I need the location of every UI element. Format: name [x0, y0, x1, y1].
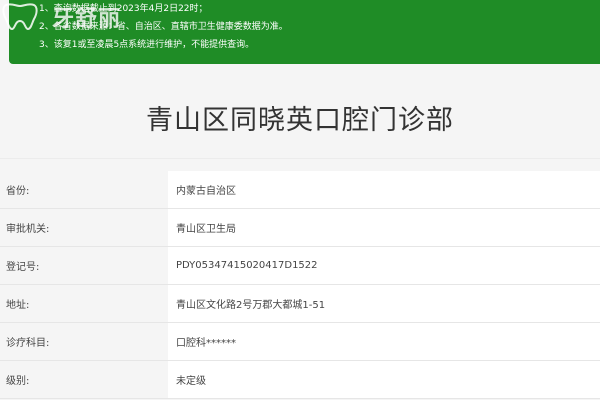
notice-line: 3、该复1或至凌晨5点系统进行维护，不能提供查询。 [39, 40, 255, 50]
info-row-address: 地址: 青山区文化路2号万郡大都城1-51 [0, 285, 600, 323]
tooth-logo-icon [0, 2, 40, 32]
info-row-registration: 登记号: PDY05347415020417D1522 [0, 247, 600, 285]
clinic-title: 青山区同晓英口腔门诊部 [146, 105, 454, 136]
info-row-level: 级别: 未定级 [0, 361, 600, 399]
title-divider [0, 158, 600, 159]
info-label: 地址: [0, 285, 168, 322]
info-label: 诊疗科目: [0, 323, 168, 360]
info-label: 级别: [0, 361, 168, 398]
info-row-province: 省份: 内蒙古自治区 [0, 171, 600, 209]
clinic-info-table: 省份: 内蒙古自治区 审批机关: 青山区卫生局 登记号: PDY05347415… [0, 171, 600, 399]
info-value: 内蒙古自治区 [176, 186, 236, 197]
info-value: 未定级 [176, 376, 206, 387]
info-value: PDY05347415020417D1522 [176, 260, 318, 271]
info-value: 青山区卫生局 [176, 224, 236, 235]
info-value: 青山区文化路2号万郡大都城1-51 [176, 300, 326, 311]
info-label: 登记号: [0, 247, 168, 284]
info-value: 口腔科****** [176, 338, 236, 349]
info-row-authority: 审批机关: 青山区卫生局 [0, 209, 600, 247]
logo-text: 牙舒丽 [52, 6, 122, 32]
info-row-departments: 诊疗科目: 口腔科****** [0, 323, 600, 361]
info-label: 省份: [0, 171, 168, 208]
info-label: 审批机关: [0, 209, 168, 246]
site-logo[interactable]: 牙舒丽 [0, 2, 150, 32]
